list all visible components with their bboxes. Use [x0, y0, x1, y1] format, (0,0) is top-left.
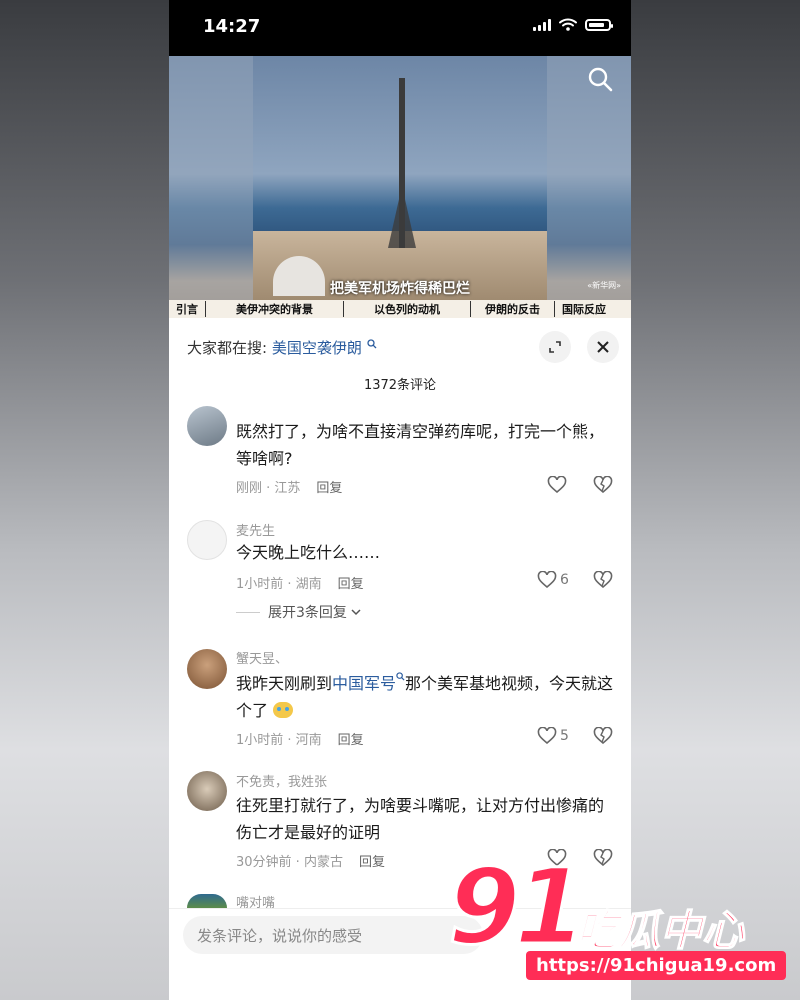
wifi-icon [559, 18, 577, 31]
like-button[interactable] [547, 476, 567, 494]
heart-icon [537, 571, 557, 589]
comment-meta: 30分钟前 · 内蒙古 回复 [236, 851, 385, 870]
like-count: 6 [560, 572, 569, 588]
comment-input-placeholder: 发条评论，说说你的感受 [197, 927, 363, 945]
comment-text-part: 我昨天刚刷到 [236, 674, 333, 693]
comment-text: 既然打了，为啥不直接清空弹药库呢，打完一个熊，等啥啊? [236, 422, 605, 468]
dislike-button[interactable] [593, 475, 613, 498]
heart-icon [537, 727, 557, 745]
chapter-item[interactable]: 伊朗的反击 [471, 301, 555, 317]
status-time: 14:27 [203, 16, 261, 37]
chapter-item[interactable]: 美伊冲突的背景 [206, 301, 344, 317]
chapter-item[interactable]: 国际反应 [555, 301, 613, 317]
reply-button[interactable]: 回复 [359, 855, 385, 870]
chapter-item[interactable]: 引言 [169, 301, 206, 317]
battery-icon [585, 18, 613, 31]
like-button[interactable]: 6 [537, 571, 569, 589]
avatar[interactable] [187, 771, 227, 811]
search-icon[interactable] [587, 66, 613, 92]
close-icon [597, 341, 609, 353]
crying-emoji-icon [273, 702, 294, 718]
reply-button[interactable]: 回复 [338, 733, 364, 748]
video-caption: 把美军机场炸得稀巴烂 [330, 281, 470, 297]
comment-meta: 刚刚 · 江苏 回复 [236, 477, 342, 496]
comment-text: 往死里打就行了，为啥要斗嘴呢，让对方付出惨痛的伤亡才是最好的证明 [236, 796, 605, 842]
status-bar: 14:27 [169, 0, 631, 56]
trending-search[interactable]: 大家都在搜: 美国空袭伊朗 [187, 337, 377, 358]
broken-heart-icon [593, 726, 613, 745]
comment-username[interactable]: 麦先生 [236, 520, 275, 539]
comment-input[interactable]: 发条评论，说说你的感受 [183, 916, 483, 954]
watermark-digits: 91 [447, 846, 589, 968]
broken-heart-icon [593, 475, 613, 494]
divider-line [236, 611, 260, 613]
comment-count: 1372条评论 [363, 378, 437, 393]
watermark-url: https://91chigua19.com [526, 951, 787, 980]
comment-time-location: 1小时前 · 湖南 [236, 577, 322, 592]
avatar[interactable] [187, 406, 227, 446]
comment-meta: 1小时前 · 湖南 回复 [236, 573, 364, 592]
video-player[interactable]: 把美军机场炸得稀巴烂 «新华网» 引言 美伊冲突的背景 以色列的动机 伊朗的反击… [169, 56, 631, 318]
like-count: 5 [560, 728, 569, 744]
comment-time-location: 30分钟前 · 内蒙古 [236, 855, 343, 870]
chevron-down-icon [351, 609, 361, 616]
signal-icon [533, 18, 551, 31]
video-chapter-bar: 引言 美伊冲突的背景 以色列的动机 伊朗的反击 国际反应 [169, 300, 631, 318]
video-watermark: «新华网» [587, 281, 621, 290]
chapter-item[interactable]: 以色列的动机 [344, 301, 471, 317]
expand-replies-label: 展开3条回复 [268, 605, 347, 621]
comment-username[interactable]: 蟹天昱、 [236, 648, 288, 667]
watermark-name: 吃瓜中心 [575, 905, 745, 956]
comment-time-location: 1小时前 · 河南 [236, 733, 322, 748]
comment-time-location: 刚刚 · 江苏 [236, 481, 301, 496]
expand-replies-button[interactable]: 展开3条回复 [236, 602, 362, 622]
reply-button[interactable]: 回复 [316, 481, 342, 496]
dislike-button[interactable] [593, 726, 613, 749]
expand-button[interactable] [539, 331, 571, 363]
status-icons [533, 18, 613, 31]
expand-icon [549, 341, 561, 353]
trending-search-term[interactable]: 美国空袭伊朗 [272, 339, 362, 357]
close-button[interactable] [587, 331, 619, 363]
site-watermark: 91 吃瓜中心 https://91chigua19.com [447, 846, 788, 995]
heart-icon [547, 476, 567, 494]
video-tower [399, 78, 405, 248]
like-button[interactable]: 5 [537, 727, 569, 745]
avatar[interactable] [187, 520, 227, 560]
search-small-icon [396, 672, 405, 681]
comment-meta: 1小时前 · 河南 回复 [236, 729, 364, 748]
search-small-icon [366, 339, 377, 349]
comment-text: 今天晚上吃什么…… [236, 543, 381, 562]
mention-link[interactable]: 中国军号 [332, 674, 396, 693]
avatar[interactable] [187, 649, 227, 689]
dislike-button[interactable] [593, 570, 613, 593]
comment-text: 我昨天刚刷到中国军号 那个美军基地视频，今天就这个了 [236, 670, 616, 724]
comment-username[interactable]: 不免责，我姓张 [236, 771, 327, 790]
avatar[interactable] [187, 894, 227, 908]
trending-search-prefix: 大家都在搜: [187, 339, 268, 357]
broken-heart-icon [593, 570, 613, 589]
reply-button[interactable]: 回复 [338, 577, 364, 592]
